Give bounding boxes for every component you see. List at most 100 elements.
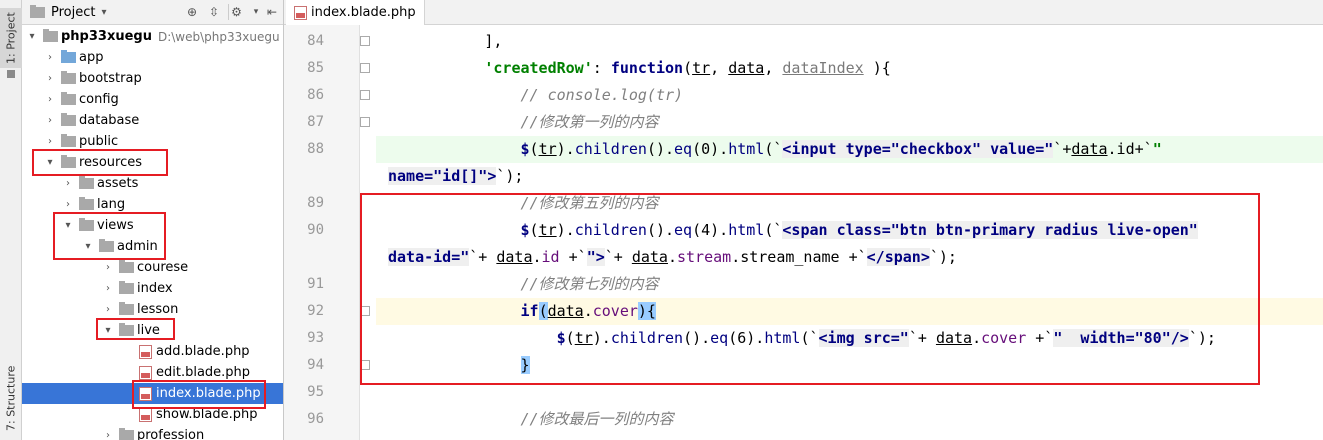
line-number: 88 [307,141,324,157]
tree-item-label: add.blade.php [156,344,250,359]
structure-tool-tab[interactable]: 7: Structure [0,360,22,436]
project-panel-header: Project ▾ ⊕ ⇳ ⚙ ▾ ⇤ [22,0,283,25]
collapsed-arrow-icon[interactable]: › [44,94,56,105]
collapsed-arrow-icon[interactable]: › [44,136,56,147]
project-tool-tab-label: 1: Project [4,12,18,64]
tree-item-label: lang [97,197,126,212]
expanded-arrow-icon[interactable]: ▾ [44,157,56,168]
tree-item-label: admin [117,239,158,254]
tree-item-root[interactable]: ▾ php33xuegu D:\web\php33xuegu [22,26,283,47]
collapsed-arrow-icon[interactable]: › [44,73,56,84]
tree-item-add-blade[interactable]: add.blade.php [22,341,283,362]
tree-item-label: live [137,323,160,338]
collapsed-arrow-icon[interactable]: › [62,178,74,189]
collapsed-arrow-icon[interactable]: › [102,304,114,315]
tree-item-label: index.blade.php [156,386,261,401]
code-line-90-wrap: data-id="`+ data.id +`">`+ data.stream.s… [388,248,957,266]
folder-icon [61,92,76,105]
tree-item-profession[interactable]: › profession [22,425,283,440]
gear-icon[interactable]: ⚙ [228,4,244,20]
fold-marker-icon[interactable] [360,36,370,46]
tree-item-index-blade[interactable]: index.blade.php [22,383,283,404]
collapse-icon[interactable]: ⇳ [206,4,222,20]
tree-item-live[interactable]: ▾ live [22,320,283,341]
tree-item-app[interactable]: › app [22,47,283,68]
folder-icon [79,197,94,210]
tree-item-database[interactable]: › database [22,110,283,131]
tree-item-edit-blade[interactable]: edit.blade.php [22,362,283,383]
editor-tab-index-blade[interactable]: index.blade.php [286,0,425,25]
code-line-87: //修改第一列的内容 [520,113,659,131]
tree-item-label: edit.blade.php [156,365,251,380]
tree-item-bootstrap[interactable]: › bootstrap [22,68,283,89]
line-number: 91 [307,276,324,292]
line-number: 86 [307,87,324,103]
tree-item-resources[interactable]: ▾ resources [22,152,283,173]
tree-item-label: database [79,113,140,128]
fold-marker-icon[interactable] [360,63,370,73]
locate-icon[interactable]: ⊕ [184,4,200,20]
tree-item-label: bootstrap [79,71,142,86]
tree-item-index[interactable]: › index [22,278,283,299]
line-number: 95 [307,384,324,400]
tree-item-show-blade[interactable]: show.blade.php [22,404,283,425]
tree-item-courese[interactable]: › courese [22,257,283,278]
collapsed-arrow-icon[interactable]: › [102,262,114,273]
expanded-arrow-icon[interactable]: ▾ [82,241,94,252]
folder-icon [61,71,76,84]
line-number: 87 [307,114,324,130]
code-line-90: $(tr).children().eq(4).html(`<span class… [520,221,1198,239]
line-number: 84 [307,33,324,49]
tree-item-label: lesson [137,302,179,317]
editor-tab-label: index.blade.php [311,5,416,20]
settings-dropdown-icon[interactable]: ▾ [248,4,264,20]
fold-marker-icon[interactable] [360,117,370,127]
project-tool-tab[interactable]: 1: Project [0,8,22,68]
expanded-arrow-icon[interactable]: ▾ [26,31,38,42]
tree-item-config[interactable]: › config [22,89,283,110]
fold-marker-icon[interactable] [360,306,370,316]
collapsed-arrow-icon[interactable]: › [44,115,56,126]
tree-item-label: views [97,218,134,233]
code-line-93: $(tr).children().eq(6).html(`<img src="`… [556,329,1216,347]
collapsed-arrow-icon[interactable]: › [62,199,74,210]
tree-item-path: D:\web\php33xuegu [157,29,280,44]
tree-item-assets[interactable]: › assets [22,173,283,194]
fold-marker-icon[interactable] [360,360,370,370]
folder-icon [119,428,134,440]
view-dropdown-icon[interactable]: ▾ [101,7,106,18]
tree-item-admin[interactable]: ▾ admin [22,236,283,257]
project-folder-icon [30,4,45,18]
editor-tab-bar: index.blade.php [284,0,1323,25]
tree-item-views[interactable]: ▾ views [22,215,283,236]
folder-icon [43,29,58,42]
tree-item-label: public [79,134,119,149]
collapsed-arrow-icon[interactable]: › [102,283,114,294]
code-line-88-wrap: name="id[]">`); [388,167,524,185]
tree-item-lang[interactable]: › lang [22,194,283,215]
blade-file-icon [139,386,152,401]
folder-icon [61,134,76,147]
project-view-label[interactable]: Project [51,5,95,20]
project-panel: Project ▾ ⊕ ⇳ ⚙ ▾ ⇤ ▾ php33xuegu D:\web\… [22,0,284,440]
folder-icon [119,260,134,273]
tree-item-lesson[interactable]: › lesson [22,299,283,320]
strip-icon [7,70,15,78]
folder-icon [61,50,76,63]
line-number: 92 [307,303,324,319]
tree-item-label: show.blade.php [156,407,258,422]
tree-item-label: resources [79,155,143,170]
tool-window-strip: 1: Project 7: Structure [0,0,22,440]
expanded-arrow-icon[interactable]: ▾ [102,325,114,336]
tree-item-public[interactable]: › public [22,131,283,152]
hide-panel-icon[interactable]: ⇤ [264,4,280,20]
folder-icon [119,302,134,315]
structure-tool-tab-label: 7: Structure [4,365,18,431]
collapsed-arrow-icon[interactable]: › [44,52,56,63]
code-line-86: // console.log(tr) [520,86,684,104]
fold-marker-icon[interactable] [360,90,370,100]
tree-item-label: app [79,50,104,65]
collapsed-arrow-icon[interactable]: › [102,430,114,440]
expanded-arrow-icon[interactable]: ▾ [62,220,74,231]
